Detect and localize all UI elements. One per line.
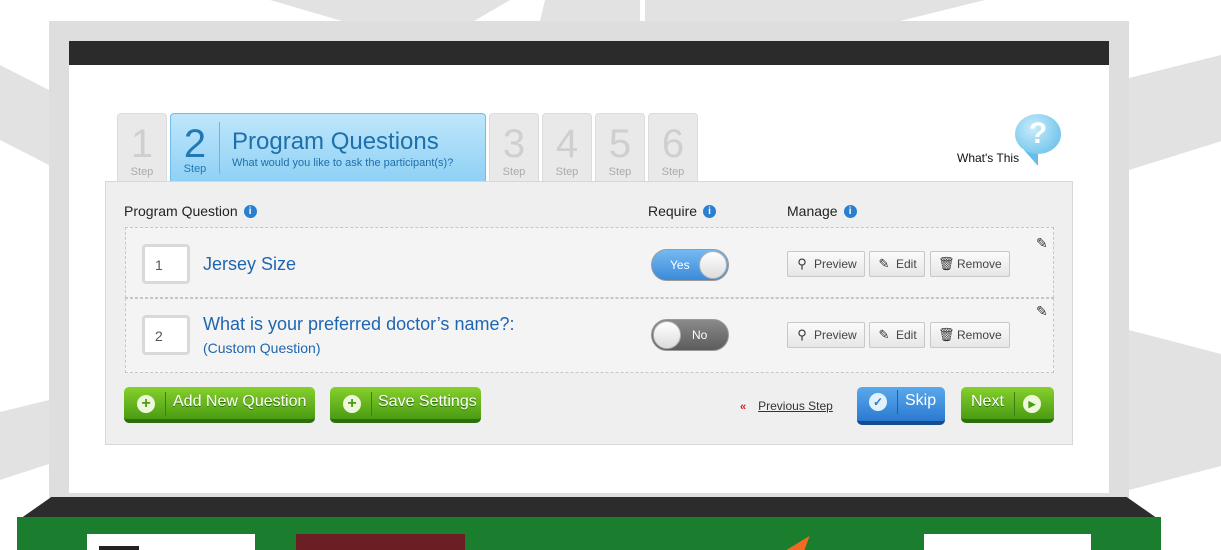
background-ray <box>0 65 49 165</box>
question-order-field[interactable]: 2 <box>142 315 190 355</box>
previous-step-link[interactable]: « Previous Step <box>740 399 833 413</box>
step-1-tab[interactable]: 1 Step <box>117 113 167 181</box>
sponsor-logo[interactable] <box>87 534 255 550</box>
question-bubble-icon[interactable]: ? <box>1015 114 1061 154</box>
step-number: 1 <box>130 122 154 166</box>
remove-button[interactable]: 🗑 Remove <box>930 251 1010 277</box>
step-number: 5 <box>608 122 632 166</box>
step-label: Step <box>130 166 154 178</box>
question-order-field[interactable]: 1 <box>142 244 190 284</box>
next-button[interactable]: Next ▶ <box>961 387 1054 423</box>
sponsor-logo[interactable] <box>296 534 465 550</box>
magnifier-icon: ⚲ <box>797 327 807 342</box>
step-label: Step <box>608 166 632 178</box>
question-row: 1 Jersey Size Yes ⚲ Preview ✎ Edit 🗑 Remove <box>125 227 1054 298</box>
sponsor-logo[interactable] <box>785 534 845 550</box>
button-divider <box>165 392 166 416</box>
step-divider <box>219 122 220 174</box>
question-title[interactable]: Jersey Size <box>203 254 296 275</box>
pencil-icon: ✎ <box>878 327 890 342</box>
save-settings-label: Save Settings <box>378 393 477 410</box>
step-label: Step <box>555 166 579 178</box>
magnifier-icon: ⚲ <box>797 256 807 271</box>
background-ray <box>270 0 510 21</box>
step-number: 3 <box>502 122 526 166</box>
column-header-require: Require i <box>648 203 717 219</box>
question-title[interactable]: What is your preferred doctor’s name?: <box>203 314 514 335</box>
column-header-label: Require <box>648 203 698 219</box>
save-settings-button[interactable]: + Save Settings <box>330 387 481 423</box>
pencil-icon: ✎ <box>878 256 890 271</box>
info-icon[interactable]: i <box>843 204 857 218</box>
column-header-label: Program Question <box>124 203 238 219</box>
edit-button-label: Edit <box>896 328 917 342</box>
page-title: Program Questions <box>232 128 439 155</box>
double-chevron-left-icon: « <box>740 401 747 413</box>
background-ray <box>1129 330 1221 490</box>
preview-button-label: Preview <box>814 328 857 342</box>
page-subtitle: What would you like to ask the participa… <box>232 157 454 169</box>
sponsor-logo[interactable] <box>924 534 1091 550</box>
remove-button-label: Remove <box>957 257 1002 271</box>
step-label: Step <box>661 166 685 178</box>
info-icon[interactable]: i <box>243 204 257 218</box>
step-2-tab[interactable]: 2 Step Program Questions What would you … <box>170 113 486 181</box>
preview-button[interactable]: ⚲ Preview <box>787 251 865 277</box>
sponsor-logo-mark <box>786 536 810 550</box>
background-ray <box>1129 55 1221 170</box>
require-toggle[interactable]: Yes <box>651 249 729 281</box>
preview-button-label: Preview <box>814 257 857 271</box>
column-header-manage: Manage i <box>787 203 857 219</box>
edit-button-label: Edit <box>896 257 917 271</box>
edit-button[interactable]: ✎ Edit <box>869 322 925 348</box>
preview-button[interactable]: ⚲ Preview <box>787 322 865 348</box>
next-label: Next <box>971 393 1004 410</box>
question-row: 2 What is your preferred doctor’s name?:… <box>125 298 1054 373</box>
column-header-label: Manage <box>787 203 838 219</box>
pencil-icon[interactable]: ✎ <box>1036 303 1048 320</box>
play-circle-icon: ▶ <box>1023 395 1041 413</box>
button-divider <box>371 392 372 416</box>
button-divider <box>1014 392 1015 416</box>
column-header-question: Program Question i <box>124 203 257 219</box>
check-circle-icon: ✓ <box>869 393 887 411</box>
trash-icon: 🗑 <box>938 256 955 271</box>
toggle-knob <box>699 251 727 279</box>
pencil-icon[interactable]: ✎ <box>1036 235 1048 252</box>
question-subtitle: (Custom Question) <box>203 340 321 356</box>
remove-button-label: Remove <box>957 328 1002 342</box>
top-bar <box>69 41 1109 65</box>
step-label: Step <box>183 163 207 175</box>
skip-button[interactable]: ✓ Skip <box>857 387 945 425</box>
previous-step-label: Previous Step <box>758 399 833 413</box>
step-5-tab[interactable]: 5 Step <box>595 113 645 181</box>
toggle-label: Yes <box>670 258 690 272</box>
remove-button[interactable]: 🗑 Remove <box>930 322 1010 348</box>
plus-circle-icon: + <box>137 395 155 413</box>
background-ray <box>645 0 985 21</box>
info-icon[interactable]: i <box>703 204 717 218</box>
trash-icon: 🗑 <box>938 327 955 342</box>
require-toggle[interactable]: No <box>651 319 729 351</box>
step-number: 4 <box>555 122 579 166</box>
toggle-knob <box>653 321 681 349</box>
skip-label: Skip <box>905 392 937 409</box>
background-ray <box>540 0 640 21</box>
sponsor-logo-mark <box>99 546 139 550</box>
step-label: Step <box>502 166 526 178</box>
toggle-label: No <box>692 328 708 342</box>
add-question-button[interactable]: + Add New Question <box>124 387 315 423</box>
background-ray <box>0 400 49 480</box>
step-6-tab[interactable]: 6 Step <box>648 113 698 181</box>
step-number: 6 <box>661 122 685 166</box>
edit-button[interactable]: ✎ Edit <box>869 251 925 277</box>
step-4-tab[interactable]: 4 Step <box>542 113 592 181</box>
whats-this-link[interactable]: What's This <box>957 151 1019 165</box>
plus-circle-icon: + <box>343 395 361 413</box>
step-3-tab[interactable]: 3 Step <box>489 113 539 181</box>
add-question-label: Add New Question <box>173 393 307 410</box>
step-number: 2 <box>183 122 207 166</box>
button-divider <box>897 390 898 414</box>
